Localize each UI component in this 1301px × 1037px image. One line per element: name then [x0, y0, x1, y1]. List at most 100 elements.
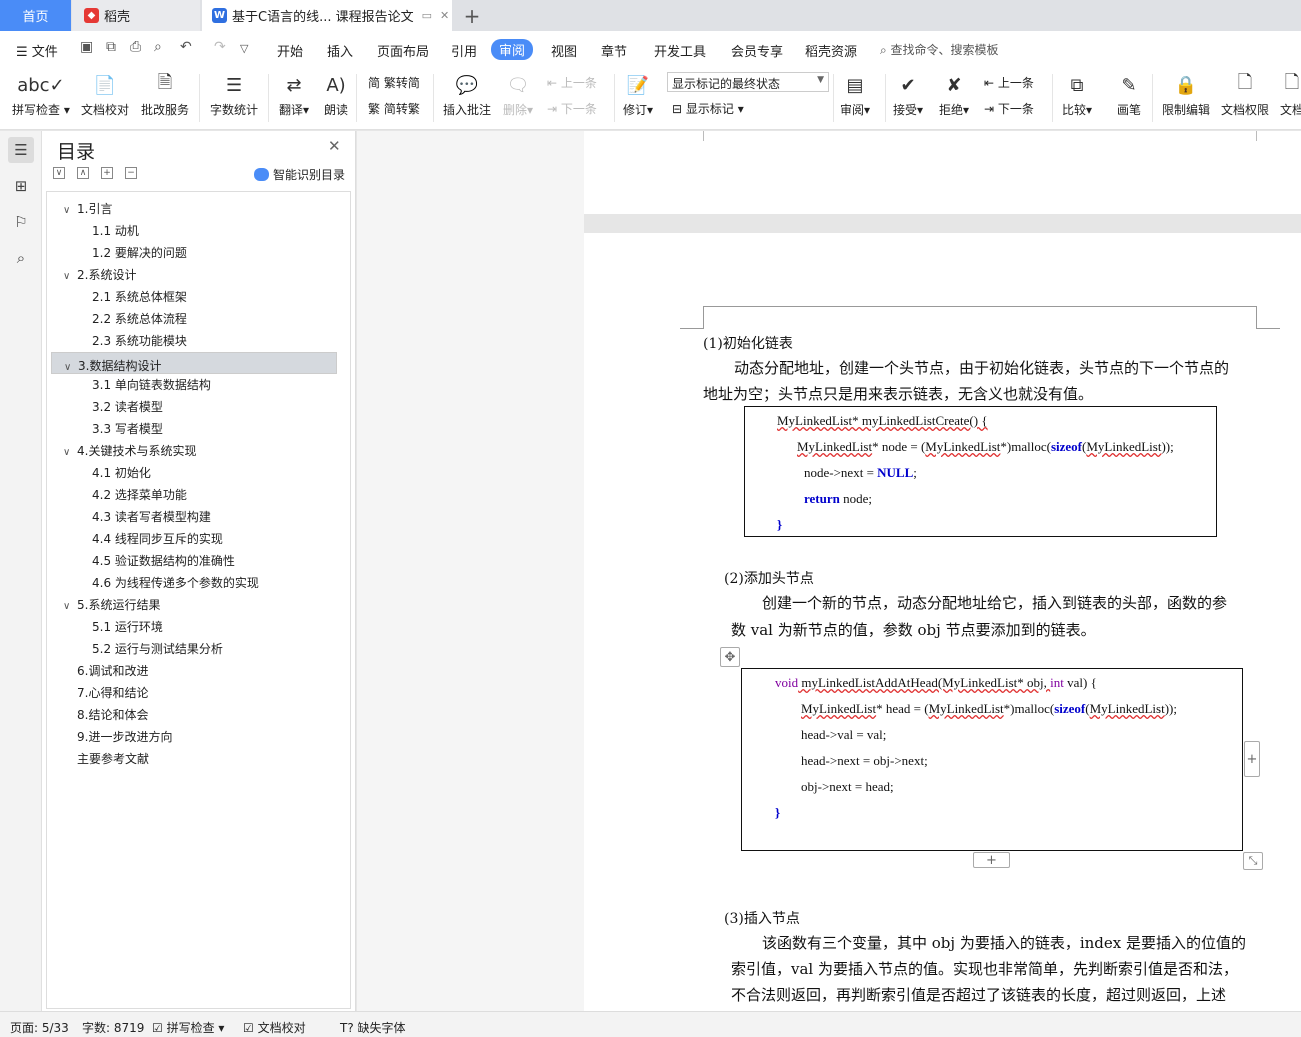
toc-item[interactable]: 4.4 线程同步互斥的实现	[51, 528, 337, 550]
doc-more-button[interactable]: 🗋 文档	[1280, 72, 1301, 118]
toc-item[interactable]: 4.5 验证数据结构的准确性	[51, 550, 337, 572]
delete-comment-button[interactable]: 🗨 删除▾	[503, 72, 533, 118]
remove-level-icon[interactable]: −	[125, 167, 137, 179]
toc-item[interactable]: 4.2 选择菜单功能	[51, 484, 337, 506]
bookmark-icon[interactable]: ⚐	[8, 209, 34, 235]
page-indicator[interactable]: 页面: 5/33	[10, 1019, 69, 1036]
toc-item[interactable]: 9.进一步改进方向	[51, 726, 337, 748]
review-service-button[interactable]: 🗎 批改服务	[141, 72, 189, 118]
pen-button[interactable]: ✎ 画笔	[1117, 72, 1141, 118]
save-icon[interactable]: ▣	[80, 39, 93, 55]
menu-view[interactable]: 视图	[551, 41, 577, 60]
compare-button[interactable]: ⧉ 比较▾	[1062, 72, 1092, 118]
translate-button[interactable]: ⇄ 翻译▾	[279, 72, 309, 118]
menu-page-layout[interactable]: 页面布局	[377, 41, 429, 60]
read-aloud-button[interactable]: A) 朗读	[324, 72, 348, 118]
menu-reference[interactable]: 引用	[451, 41, 477, 60]
quick-access-more-icon[interactable]: ▽	[240, 42, 248, 55]
simp-to-trad-button[interactable]: 繁 简转繁	[368, 100, 420, 117]
collapse-all-icon[interactable]: ∨	[53, 167, 65, 179]
menu-daoke-resources[interactable]: 稻壳资源	[805, 41, 857, 60]
trad-to-simp-button[interactable]: 简 繁转简	[368, 74, 420, 91]
chevron-down-icon[interactable]: ∨	[63, 266, 77, 288]
move-table-icon[interactable]: ✥	[720, 647, 740, 667]
toc-item[interactable]: 2.3 系统功能模块	[51, 330, 337, 352]
next-change-button[interactable]: ⇥ 下一条	[984, 100, 1034, 117]
toc-item[interactable]: 4.3 读者写者模型构建	[51, 506, 337, 528]
code-box-1[interactable]: MyLinkedList* myLinkedListCreate() { MyL…	[744, 406, 1217, 537]
redo-icon[interactable]: ↷	[214, 39, 226, 55]
toc-item[interactable]: ∨ 2.系统设计	[51, 264, 337, 286]
toc-item[interactable]: ∨ 1.引言	[51, 198, 337, 220]
spellcheck-button[interactable]: abc✓ 拼写检查 ▾	[12, 72, 70, 118]
tab-close-icon[interactable]: ✕	[440, 9, 449, 22]
toc-item[interactable]: 5.1 运行环境	[51, 616, 337, 638]
toc-item[interactable]: 3.1 单向链表数据结构	[51, 374, 337, 396]
file-menu[interactable]: ☰ 文件	[16, 41, 58, 60]
markup-state-select[interactable]: 显示标记的最终状态 ▼	[667, 72, 829, 92]
tab-home[interactable]: 首页	[0, 0, 71, 31]
wordcount-button[interactable]: ☰ 字数统计	[210, 72, 258, 118]
expand-up-icon[interactable]: ∧	[77, 167, 89, 179]
doc-permission-button[interactable]: 🗋 文档权限	[1221, 72, 1269, 118]
menu-member[interactable]: 会员专享	[731, 41, 783, 60]
toc-item[interactable]: 2.2 系统总体流程	[51, 308, 337, 330]
chevron-down-icon[interactable]: ∨	[63, 596, 77, 618]
menu-chapter[interactable]: 章节	[601, 41, 627, 60]
prev-change-button[interactable]: ⇤ 上一条	[984, 74, 1034, 91]
toc-item[interactable]: 6.调试和改进	[51, 660, 337, 682]
add-level-icon[interactable]: +	[101, 167, 113, 179]
show-markup-button[interactable]: ⊟ 显示标记 ▾	[672, 100, 744, 117]
search-icon[interactable]: ⌕	[8, 245, 34, 271]
print-icon[interactable]: ⎙	[130, 39, 141, 55]
insert-comment-button[interactable]: 💬 插入批注	[443, 72, 491, 118]
tab-document[interactable]: W 基于C语言的线... 课程报告论文 ▭ ✕	[202, 0, 452, 31]
accept-button[interactable]: ✔ 接受▾	[893, 72, 923, 118]
toc-item[interactable]: 2.1 系统总体框架	[51, 286, 337, 308]
add-column-icon[interactable]: +	[1244, 741, 1260, 777]
status-spellcheck[interactable]: ☑ 拼写检查 ▾	[152, 1019, 224, 1036]
menu-start[interactable]: 开始	[277, 41, 303, 60]
document-page[interactable]: (1)初始化链表 动态分配地址，创建一个头节点，由于初始化链表，头节点的下一个节…	[584, 233, 1301, 1011]
toc-item[interactable]: 4.1 初始化	[51, 462, 337, 484]
resize-table-icon[interactable]: ⤡	[1243, 852, 1263, 870]
prev-comment-button[interactable]: ⇤ 上一条	[547, 74, 597, 91]
menu-dev-tools[interactable]: 开发工具	[654, 41, 706, 60]
doccheck-button[interactable]: 📄 文档校对	[81, 72, 129, 118]
toc-item[interactable]: ∨ 5.系统运行结果	[51, 594, 337, 616]
add-row-icon[interactable]: +	[973, 852, 1010, 868]
tab-daoke[interactable]: ◆ 稻壳	[72, 0, 200, 31]
chevron-down-icon[interactable]: ∨	[63, 200, 77, 222]
toc-item[interactable]: 3.3 写者模型	[51, 418, 337, 440]
export-icon[interactable]: ⧉	[106, 39, 116, 55]
reject-button[interactable]: ✘ 拒绝▾	[939, 72, 969, 118]
toc-item[interactable]: 5.2 运行与测试结果分析	[51, 638, 337, 660]
toc-item[interactable]: 1.1 动机	[51, 220, 337, 242]
undo-icon[interactable]: ↶	[180, 39, 192, 55]
new-tab-button[interactable]: +	[458, 0, 486, 31]
command-search[interactable]: ⌕ 查找命令、搜索模板	[880, 41, 999, 58]
menu-review[interactable]: 审阅	[491, 39, 534, 60]
toc-item[interactable]: ∨ 4.关键技术与系统实现	[51, 440, 337, 462]
toc-panel-icon[interactable]: ☰	[8, 137, 34, 163]
toc-item[interactable]: ∨ 3.数据结构设计	[51, 352, 337, 374]
status-proofread[interactable]: ☑ 文档校对	[243, 1019, 306, 1036]
toc-item[interactable]: 7.心得和结论	[51, 682, 337, 704]
next-comment-button[interactable]: ⇥ 下一条	[547, 100, 597, 117]
print-preview-icon[interactable]: ⌕	[154, 39, 162, 55]
toc-item[interactable]: 3.2 读者模型	[51, 396, 337, 418]
toc-item[interactable]: 8.结论和体会	[51, 704, 337, 726]
track-changes-button[interactable]: 📝 修订▾	[623, 72, 653, 118]
word-count[interactable]: 字数: 8719	[82, 1019, 144, 1036]
float-window-icon[interactable]: ▭	[422, 9, 432, 22]
smart-toc-button[interactable]: 智能识别目录	[254, 166, 345, 183]
menu-insert[interactable]: 插入	[327, 41, 353, 60]
toc-item[interactable]: 1.2 要解决的问题	[51, 242, 337, 264]
chevron-down-icon[interactable]: ∨	[63, 442, 77, 464]
code-box-2[interactable]: void myLinkedListAddAtHead(MyLinkedList*…	[741, 668, 1243, 851]
restrict-edit-button[interactable]: 🔒 限制编辑	[1162, 72, 1210, 118]
nav-pane-icon[interactable]: ⊞	[8, 173, 34, 199]
toc-item[interactable]: 4.6 为线程传递多个参数的实现	[51, 572, 337, 594]
missing-font[interactable]: T? 缺失字体	[340, 1019, 406, 1036]
review-pane-button[interactable]: ▤ 审阅▾	[840, 72, 870, 118]
